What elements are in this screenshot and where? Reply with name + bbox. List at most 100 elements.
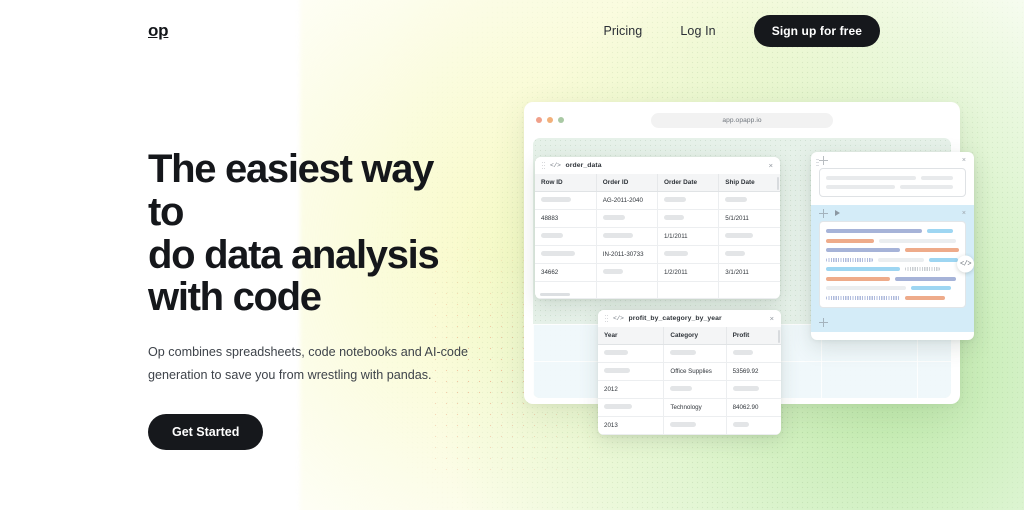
horizontal-scrollbar[interactable]: [540, 293, 570, 296]
table-cell[interactable]: Office Supplies: [663, 362, 727, 381]
code-line: [826, 276, 959, 281]
get-started-button[interactable]: Get Started: [148, 413, 264, 450]
table-cell[interactable]: 3/1/2011: [718, 263, 780, 282]
run-cell-icon[interactable]: [835, 210, 840, 216]
table-row[interactable]: Office Supplies 53569.92: [598, 362, 781, 381]
table-cell[interactable]: [596, 209, 659, 228]
table-row[interactable]: Technology 84062.90: [598, 398, 781, 417]
code-icon: </>: [613, 315, 624, 322]
table-cell[interactable]: 5/1/2011: [718, 209, 780, 228]
panel-header[interactable]: </> order_data ×: [535, 157, 780, 174]
column-header-order-date[interactable]: Order Date: [657, 174, 720, 192]
code-line: [826, 238, 959, 243]
signup-button[interactable]: Sign up for free: [753, 15, 880, 47]
table-cell[interactable]: [657, 281, 720, 299]
vertical-scrollbar[interactable]: [776, 177, 779, 190]
redacted-value: [732, 386, 759, 391]
table-cell[interactable]: [657, 191, 720, 210]
table-row[interactable]: AG-2011-2040: [535, 191, 780, 210]
column-header-year[interactable]: Year: [598, 327, 665, 345]
table-cell[interactable]: [657, 209, 720, 228]
table-cell[interactable]: [726, 380, 781, 399]
address-bar[interactable]: app.opapp.io: [651, 112, 833, 128]
close-icon[interactable]: ×: [962, 210, 966, 217]
table-cell[interactable]: [535, 227, 597, 246]
table-row[interactable]: [598, 344, 781, 363]
notebook-cell-code-active[interactable]: × </>: [811, 205, 974, 332]
table-row[interactable]: 34662 1/2/2011 3/1/2011: [535, 263, 780, 282]
maximize-window-icon[interactable]: [558, 117, 564, 123]
table-cell[interactable]: [598, 344, 665, 363]
notebook-code-editor[interactable]: </>: [819, 221, 974, 308]
add-cell-icon[interactable]: [819, 208, 828, 218]
table-row[interactable]: 2012: [598, 380, 781, 399]
redacted-value: [725, 251, 746, 256]
table-cell[interactable]: Technology: [663, 398, 727, 417]
table-cell[interactable]: [726, 416, 781, 435]
column-header-order-id[interactable]: Order ID: [596, 174, 659, 192]
table-cell[interactable]: 48883: [535, 209, 597, 228]
table-cell[interactable]: [535, 245, 597, 264]
table-cell[interactable]: IN-2011-30733: [596, 245, 659, 264]
redacted-value: [541, 251, 575, 256]
nav-link-login[interactable]: Log In: [680, 24, 715, 38]
redacted-value: [602, 233, 633, 238]
table-panel-profit-by-category[interactable]: </> profit_by_category_by_year × Year Ca…: [598, 310, 781, 435]
table-cell[interactable]: [726, 344, 781, 363]
table-row[interactable]: 1/1/2011: [535, 227, 780, 246]
table-cell[interactable]: AG-2011-2040: [596, 191, 659, 210]
table-cell[interactable]: [718, 281, 780, 299]
code-badge-icon[interactable]: </>: [957, 255, 974, 273]
table-cell[interactable]: [598, 398, 665, 417]
table-cell[interactable]: [657, 245, 720, 264]
column-header-profit[interactable]: Profit: [726, 327, 781, 345]
table-row[interactable]: 2013: [598, 416, 781, 435]
panel-header[interactable]: </> profit_by_category_by_year ×: [598, 310, 781, 327]
vertical-scrollbar[interactable]: [777, 330, 780, 343]
table-row[interactable]: IN-2011-30733: [535, 245, 780, 264]
nav-link-pricing[interactable]: Pricing: [603, 24, 642, 38]
drag-handle-icon[interactable]: [542, 161, 545, 170]
close-icon[interactable]: ×: [770, 315, 774, 323]
minimize-window-icon[interactable]: [547, 117, 553, 123]
table-cell[interactable]: [596, 281, 659, 299]
notebook-text-editor[interactable]: [819, 168, 966, 197]
table-cell[interactable]: [596, 263, 659, 282]
close-window-icon[interactable]: [536, 117, 542, 123]
table-row[interactable]: [535, 281, 780, 299]
column-header-row-id[interactable]: Row ID: [535, 174, 597, 192]
close-icon[interactable]: ×: [962, 157, 966, 164]
table-cell[interactable]: 53569.92: [726, 362, 781, 381]
close-icon[interactable]: ×: [769, 162, 773, 170]
column-header-category[interactable]: Category: [663, 327, 727, 345]
app-mockup: app.opapp.io </> order_data × Row ID Ord…: [524, 102, 974, 435]
table-cell[interactable]: 84062.90: [726, 398, 781, 417]
table-cell[interactable]: [535, 191, 597, 210]
table-cell[interactable]: [663, 416, 727, 435]
code-token-bar: [877, 257, 925, 262]
table-cell[interactable]: 2013: [598, 416, 665, 435]
hero-section: The easiest way to do data analysis with…: [0, 62, 470, 450]
table-cell[interactable]: [596, 227, 659, 246]
table-cell[interactable]: 1/1/2011: [657, 227, 720, 246]
add-cell-icon[interactable]: [819, 155, 828, 165]
drag-handle-icon[interactable]: [605, 314, 608, 323]
table-cell[interactable]: [718, 227, 780, 246]
table-cell[interactable]: [718, 191, 780, 210]
table-row[interactable]: 48883 5/1/2011: [535, 209, 780, 228]
code-line: [826, 257, 959, 262]
notebook-cell-markdown[interactable]: ×: [811, 152, 974, 197]
table-cell[interactable]: 34662: [535, 263, 597, 282]
table-cell[interactable]: [663, 344, 727, 363]
brand-logo[interactable]: op: [148, 21, 169, 41]
table-cell[interactable]: [598, 362, 665, 381]
table-cell[interactable]: 2012: [598, 380, 665, 399]
table-cell[interactable]: [718, 245, 780, 264]
table-panel-order-data[interactable]: </> order_data × Row ID Order ID Order D…: [535, 157, 780, 299]
notebook-panel[interactable]: × × </>: [811, 152, 974, 340]
redacted-value: [664, 251, 688, 256]
table-cell[interactable]: [663, 380, 727, 399]
add-cell-icon[interactable]: [819, 317, 828, 327]
column-header-ship-date[interactable]: Ship Date: [718, 174, 780, 192]
table-cell[interactable]: 1/2/2011: [657, 263, 720, 282]
